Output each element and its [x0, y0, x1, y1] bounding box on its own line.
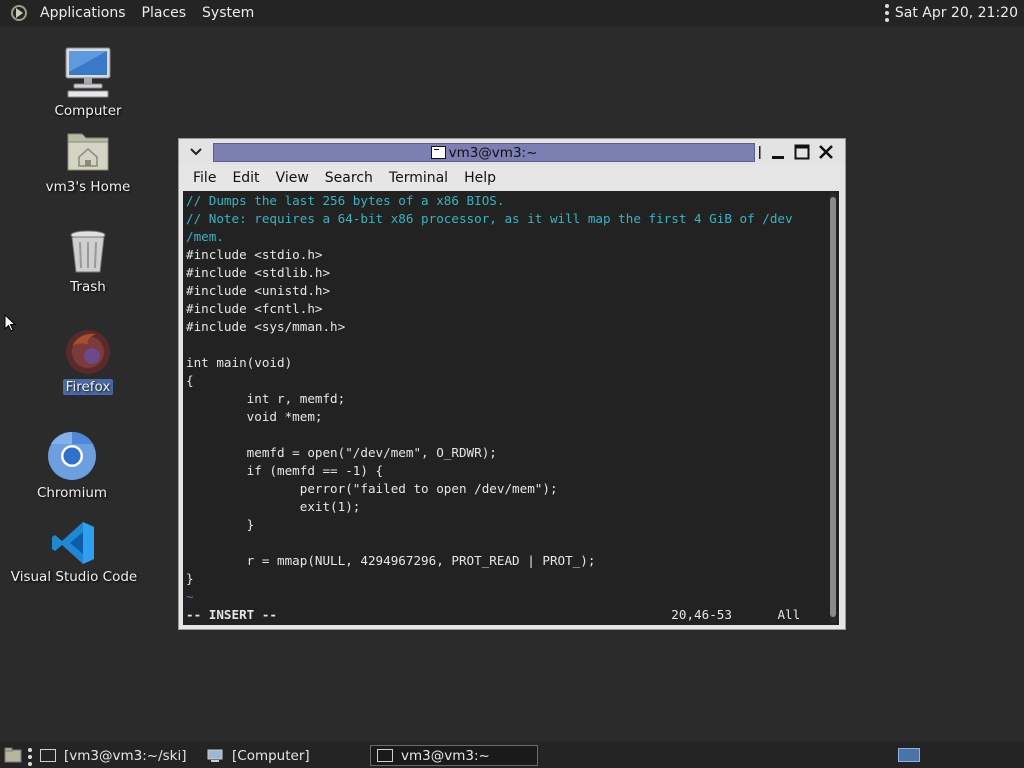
- code-line: /mem.: [186, 229, 224, 244]
- code-line: ~: [186, 589, 194, 604]
- trash-icon: [70, 230, 106, 273]
- gnome-foot-icon[interactable]: [10, 4, 28, 22]
- terminal-menubar: File Edit View Search Terminal Help: [183, 167, 502, 189]
- clock[interactable]: Sat Apr 20, 21:20: [895, 5, 1018, 21]
- applications-menu[interactable]: Applications: [32, 5, 134, 21]
- firefox-icon: [66, 330, 110, 374]
- code-line: #include <stdlib.h>: [186, 265, 331, 280]
- computer-icon: [65, 47, 111, 98]
- chromium-icon: [48, 431, 96, 480]
- code-line: // Dumps the last 256 bytes of a x86 BIO…: [186, 193, 505, 208]
- code-line: int main(void): [186, 355, 293, 370]
- maximize-button[interactable]: [793, 143, 811, 161]
- mouse-pointer-icon: [4, 314, 16, 332]
- title-bar[interactable]: vm3@vm3:~: [179, 139, 845, 165]
- workspace-3[interactable]: [962, 748, 984, 762]
- code-line: // Note: requires a 64-bit x86 processor…: [186, 211, 793, 226]
- minimize-button[interactable]: [769, 143, 787, 161]
- terminal-content[interactable]: // Dumps the last 256 bytes of a x86 BIO…: [183, 191, 839, 625]
- desktop-icon-vscode[interactable]: Visual Studio Code: [11, 520, 137, 585]
- menu-edit[interactable]: Edit: [222, 170, 265, 186]
- desktop-icon-firefox[interactable]: Firefox: [33, 326, 143, 395]
- taskbar-item-label: [Computer]: [232, 747, 310, 764]
- code-view[interactable]: // Dumps the last 256 bytes of a x86 BIO…: [186, 192, 828, 624]
- terminal-window[interactable]: vm3@vm3:~ File Edit View Search Terminal…: [178, 138, 846, 630]
- desktop-icon-home[interactable]: vm3's Home: [33, 126, 143, 195]
- vscode-icon: [52, 522, 94, 564]
- window-title-strip[interactable]: vm3@vm3:~: [213, 143, 755, 162]
- top-panel: Applications Places System Sat Apr 20, 2…: [0, 0, 1024, 26]
- places-menu[interactable]: Places: [134, 5, 195, 21]
- desktop-icon-label: Firefox: [62, 379, 114, 395]
- code-line: {: [186, 373, 194, 388]
- workspace-2[interactable]: [930, 748, 952, 762]
- menu-search[interactable]: Search: [315, 170, 379, 186]
- code-line: #include <fcntl.h>: [186, 301, 323, 316]
- code-line: #include <sys/mman.h>: [186, 319, 346, 334]
- menu-terminal[interactable]: Terminal: [379, 170, 454, 186]
- desktop-icon-label: vm3's Home: [45, 179, 131, 195]
- code-line: void *mem;: [186, 409, 323, 424]
- terminal-scrollbar[interactable]: [830, 193, 836, 623]
- taskbar-item-computer[interactable]: [Computer]: [206, 745, 366, 766]
- menu-help[interactable]: Help: [454, 170, 502, 186]
- bottom-panel: [vm3@vm3:~/ski] [Computer] vm3@vm3:~: [0, 742, 1024, 768]
- desktop-icon-chromium[interactable]: Chromium: [17, 430, 127, 501]
- home-folder-icon: [67, 133, 109, 171]
- terminal-icon: [430, 146, 446, 159]
- desktop-icon-computer[interactable]: Computer: [33, 44, 143, 119]
- taskbar-item-terminal-ski[interactable]: [vm3@vm3:~/ski]: [40, 745, 200, 766]
- show-desktop-icon[interactable]: [4, 747, 22, 763]
- taskbar-item-label: [vm3@vm3:~/ski]: [64, 747, 187, 764]
- window-menu-chevron-icon[interactable]: [187, 145, 205, 159]
- desktop-icon-label: Trash: [70, 279, 106, 295]
- workspace-4[interactable]: [994, 748, 1016, 762]
- workspace-1[interactable]: [898, 748, 920, 762]
- code-line: if (memfd == -1) {: [186, 463, 384, 478]
- scroll-indicator: All: [777, 607, 801, 622]
- code-line: #include <stdio.h>: [186, 247, 323, 262]
- taskbar-item-label: vm3@vm3:~: [401, 747, 490, 764]
- taskbar-item-terminal-active[interactable]: vm3@vm3:~: [370, 745, 538, 766]
- desktop-icon-label: Chromium: [36, 485, 108, 501]
- code-line: memfd = open("/dev/mem", O_RDWR);: [186, 445, 497, 460]
- system-menu[interactable]: System: [194, 5, 262, 21]
- terminal-icon: [40, 749, 56, 762]
- desktop-icon-trash[interactable]: Trash: [33, 226, 143, 295]
- desktop-icon-label: Computer: [54, 103, 122, 119]
- taskbar-handle-icon[interactable]: [28, 748, 32, 766]
- code-line: int r, memfd;: [186, 391, 346, 406]
- code-line: }: [186, 517, 255, 532]
- code-line: }: [186, 571, 194, 586]
- code-line: exit(1);: [186, 499, 361, 514]
- code-line: #include <unistd.h>: [186, 283, 331, 298]
- scrollbar-thumb[interactable]: [830, 197, 836, 617]
- computer-icon: [207, 749, 223, 762]
- code-line: perror("failed to open /dev/mem");: [186, 481, 558, 496]
- vim-mode-indicator: -- INSERT --: [186, 607, 277, 622]
- close-button[interactable]: [817, 143, 835, 161]
- code-line: r = mmap(NULL, 4294967296, PROT_READ | P…: [186, 553, 596, 568]
- window-title: vm3@vm3:~: [448, 144, 538, 161]
- panel-handle-icon[interactable]: [884, 4, 889, 22]
- cursor-position: 20,46-53: [671, 607, 732, 622]
- menu-view[interactable]: View: [266, 170, 315, 186]
- terminal-icon: [377, 749, 393, 762]
- desktop-icon-label: Visual Studio Code: [10, 569, 138, 585]
- menu-file[interactable]: File: [183, 170, 222, 186]
